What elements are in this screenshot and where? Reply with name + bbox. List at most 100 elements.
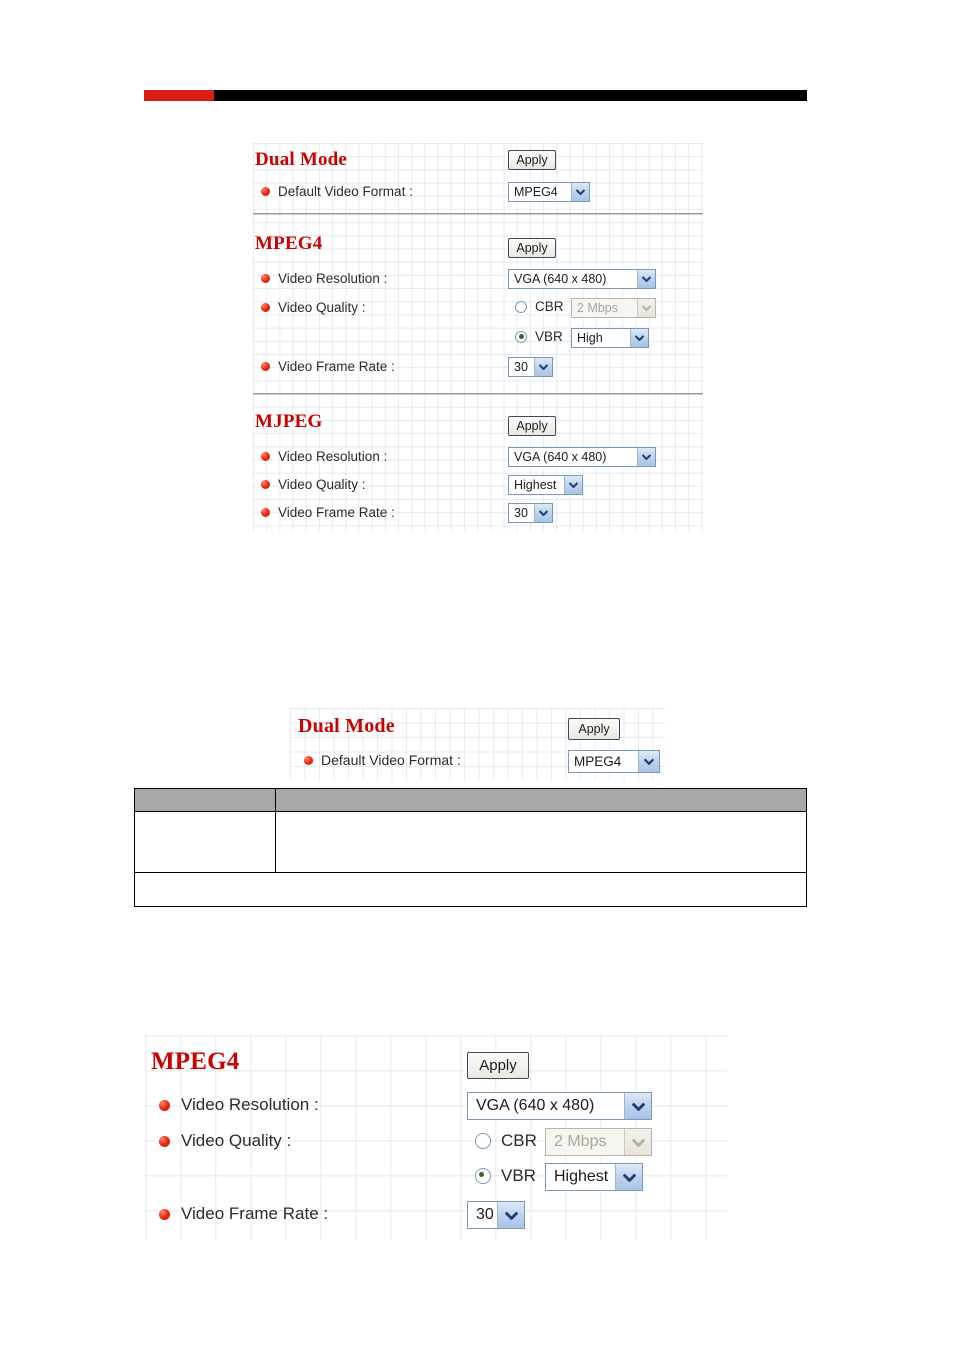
radio-label-cbr-mpeg4: CBR: [535, 299, 564, 314]
field-label-video-quality-mjpeg: Video Quality :: [278, 477, 366, 492]
section-title-mpeg4-detail: MPEG4: [151, 1048, 240, 1075]
chevron-down-icon: [637, 299, 655, 317]
apply-button-mpeg4[interactable]: Apply: [508, 238, 556, 258]
apply-button-dual-mode[interactable]: Apply: [508, 150, 556, 170]
chevron-down-icon[interactable]: [630, 329, 648, 347]
field-video-resolution-mjpeg: Video Resolution :: [261, 449, 387, 464]
bullet-icon: [261, 508, 270, 517]
table-row: [134, 872, 807, 907]
select-value-video-resolution-mpeg4: VGA (640 x 480): [514, 272, 607, 286]
select-value-cbr-bitrate-mpeg4: 2 Mbps: [577, 301, 618, 315]
chevron-down-icon[interactable]: [638, 751, 659, 772]
select-video-quality-mjpeg[interactable]: Highest: [508, 475, 583, 495]
chevron-down-icon: [624, 1129, 651, 1155]
bullet-icon: [261, 303, 270, 312]
select-value-video-quality-mjpeg: Highest: [514, 478, 557, 492]
field-label-video-resolution-mjpeg: Video Resolution :: [278, 449, 388, 464]
select-video-resolution-mpeg4[interactable]: VGA (640 x 480): [508, 269, 656, 289]
chevron-down-icon[interactable]: [564, 476, 582, 494]
field-video-quality-mpeg4: Video Quality :: [261, 300, 366, 315]
table-cell-description: [275, 811, 807, 873]
select-video-frame-rate-mjpeg[interactable]: 30: [508, 503, 553, 523]
select-value-default-video-format-detail: MPEG4: [574, 754, 622, 769]
field-default-video-format: Default Video Format :: [261, 184, 413, 199]
radio-vbr-mpeg4-detail[interactable]: [475, 1168, 491, 1184]
chevron-down-icon[interactable]: [637, 448, 655, 466]
apply-button-mjpeg[interactable]: Apply: [508, 416, 556, 436]
field-label-video-resolution-mpeg4: Video Resolution :: [278, 271, 388, 286]
radio-row-cbr-mpeg4-detail[interactable]: CBR: [475, 1131, 547, 1151]
select-video-resolution-mjpeg[interactable]: VGA (640 x 480): [508, 447, 656, 467]
select-value-vbr-quality-mpeg4: High: [577, 331, 603, 345]
field-video-frame-rate-mpeg4: Video Frame Rate :: [261, 359, 395, 374]
field-label-video-quality-mpeg4: Video Quality :: [278, 300, 366, 315]
apply-button-mpeg4-detail[interactable]: Apply: [467, 1052, 529, 1079]
bullet-icon: [261, 480, 270, 489]
field-video-resolution-mpeg4: Video Resolution :: [261, 271, 387, 286]
description-table: [134, 788, 807, 907]
radio-cbr-mpeg4-detail[interactable]: [475, 1133, 491, 1149]
section-separator-1: [253, 213, 703, 215]
bullet-icon: [261, 187, 270, 196]
section-title-dual-mode: Dual Mode: [255, 149, 348, 170]
bullet-icon: [159, 1099, 170, 1111]
apply-button-dual-mode-detail[interactable]: Apply: [568, 718, 620, 740]
field-video-frame-rate-mjpeg: Video Frame Rate :: [261, 505, 395, 520]
select-value-vbr-quality-mpeg4-detail: Highest: [554, 1168, 609, 1185]
settings-panel-main: Dual Mode Apply Default Video Format : M…: [253, 143, 703, 531]
table-cell-name: [134, 811, 276, 873]
bullet-icon: [159, 1135, 170, 1147]
page-header-rule: [144, 90, 807, 101]
field-default-video-format-detail: Default Video Format :: [304, 752, 461, 768]
field-label-video-quality-mpeg4-detail: Video Quality :: [181, 1131, 292, 1150]
select-value-default-video-format: MPEG4: [514, 185, 558, 199]
field-label-video-frame-rate-mpeg4-detail: Video Frame Rate :: [181, 1204, 329, 1223]
select-vbr-quality-mpeg4[interactable]: High: [571, 328, 649, 348]
radio-label-vbr-mpeg4: VBR: [535, 329, 563, 344]
radio-row-vbr-mpeg4[interactable]: VBR: [515, 329, 571, 344]
select-value-video-resolution-mpeg4-detail: VGA (640 x 480): [476, 1097, 595, 1114]
select-default-video-format[interactable]: MPEG4: [508, 182, 590, 202]
field-label-default-video-format-detail: Default Video Format :: [321, 752, 461, 768]
table-row: [134, 811, 807, 873]
radio-cbr-mpeg4[interactable]: [515, 300, 527, 313]
radio-label-cbr-mpeg4-detail: CBR: [501, 1131, 537, 1150]
select-video-frame-rate-mpeg4[interactable]: 30: [508, 357, 553, 377]
field-video-resolution-mpeg4-detail: Video Resolution :: [159, 1095, 319, 1115]
settings-panel-dual-mode-detail: Dual Mode Apply Default Video Format : M…: [290, 708, 665, 780]
chevron-down-icon[interactable]: [534, 358, 552, 376]
section-title-mpeg4: MPEG4: [255, 233, 323, 254]
page-header-accent: [144, 90, 214, 101]
radio-vbr-mpeg4[interactable]: [515, 330, 527, 343]
select-cbr-bitrate-mpeg4-detail: 2 Mbps: [545, 1128, 652, 1156]
table-header-row: [134, 788, 807, 812]
radio-row-vbr-mpeg4-detail[interactable]: VBR: [475, 1166, 546, 1186]
select-vbr-quality-mpeg4-detail[interactable]: Highest: [545, 1163, 643, 1191]
chevron-down-icon[interactable]: [534, 504, 552, 522]
select-value-video-frame-rate-mjpeg: 30: [514, 506, 528, 520]
table-header-cell-description: [275, 788, 807, 812]
table-header-cell-name: [134, 788, 276, 812]
chevron-down-icon[interactable]: [571, 183, 589, 201]
field-label-video-resolution-mpeg4-detail: Video Resolution :: [181, 1095, 319, 1114]
radio-row-cbr-mpeg4[interactable]: CBR: [515, 299, 572, 314]
select-cbr-bitrate-mpeg4: 2 Mbps: [571, 298, 656, 318]
chevron-down-icon[interactable]: [615, 1164, 642, 1190]
field-label-video-frame-rate-mpeg4: Video Frame Rate :: [278, 359, 395, 374]
select-default-video-format-detail[interactable]: MPEG4: [568, 750, 660, 773]
field-video-quality-mpeg4-detail: Video Quality :: [159, 1131, 291, 1151]
select-video-resolution-mpeg4-detail[interactable]: VGA (640 x 480): [467, 1092, 652, 1120]
table-cell-note: [134, 872, 807, 907]
chevron-down-icon[interactable]: [497, 1202, 524, 1228]
section-separator-2: [253, 393, 703, 395]
section-title-mjpeg: MJPEG: [255, 411, 323, 432]
select-value-video-resolution-mjpeg: VGA (640 x 480): [514, 450, 607, 464]
bullet-icon: [261, 452, 270, 461]
chevron-down-icon[interactable]: [624, 1093, 651, 1119]
field-label-video-frame-rate-mjpeg: Video Frame Rate :: [278, 505, 395, 520]
select-video-frame-rate-mpeg4-detail[interactable]: 30: [467, 1201, 525, 1229]
chevron-down-icon[interactable]: [637, 270, 655, 288]
bullet-icon: [261, 362, 270, 371]
section-title-dual-mode-detail: Dual Mode: [298, 715, 395, 737]
bullet-icon: [304, 755, 313, 765]
